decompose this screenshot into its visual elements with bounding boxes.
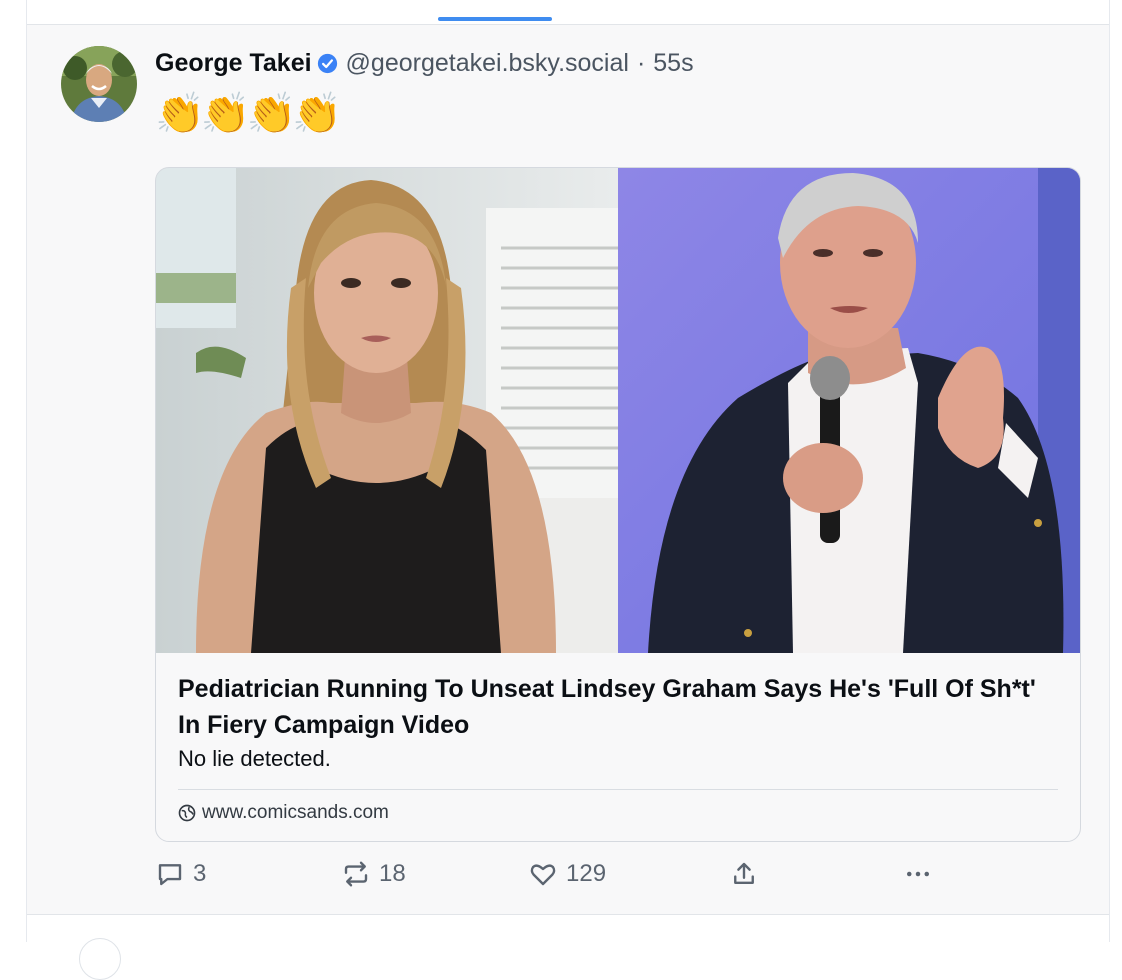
- verified-badge-icon: [317, 53, 338, 74]
- more-options-button[interactable]: [903, 859, 941, 889]
- reply-button[interactable]: 3: [155, 859, 206, 889]
- next-post-avatar[interactable]: [79, 938, 121, 980]
- like-count: 129: [566, 860, 607, 887]
- heart-icon: [528, 859, 566, 889]
- link-card-domain-row[interactable]: www.comicsands.com: [178, 802, 389, 824]
- link-card-thumbnail-right: [618, 168, 1080, 653]
- share-icon: [729, 859, 767, 889]
- separator: ·: [636, 48, 646, 77]
- reply-count: 3: [193, 860, 207, 887]
- post-actions: 3 18 129: [155, 859, 955, 893]
- link-card-domain: www.comicsands.com: [202, 802, 389, 823]
- feed-column: George Takei @georgetakei.bsky.social · …: [26, 0, 1110, 980]
- author-name[interactable]: George Takei: [155, 49, 312, 78]
- avatar[interactable]: [61, 46, 137, 122]
- repost-button[interactable]: 18: [341, 859, 406, 889]
- globe-icon: [178, 804, 196, 822]
- repost-count: 18: [379, 860, 406, 887]
- divider: [27, 914, 1109, 915]
- share-button[interactable]: [729, 859, 767, 889]
- more-icon: [903, 859, 941, 889]
- link-card[interactable]: Pediatrician Running To Unseat Lindsey G…: [155, 167, 1081, 842]
- active-tab-indicator: [438, 17, 552, 21]
- post-header: George Takei @georgetakei.bsky.social · …: [155, 45, 694, 81]
- post-timestamp[interactable]: 55s: [653, 49, 693, 78]
- post[interactable]: George Takei @georgetakei.bsky.social · …: [27, 25, 1109, 914]
- author-handle[interactable]: @georgetakei.bsky.social: [346, 49, 629, 78]
- comment-icon: [155, 859, 193, 889]
- link-card-description: No lie detected.: [178, 746, 331, 771]
- link-card-title[interactable]: Pediatrician Running To Unseat Lindsey G…: [178, 671, 1058, 743]
- like-button[interactable]: 129: [528, 859, 606, 889]
- link-card-divider: [178, 789, 1058, 790]
- post-text: 👏👏👏👏: [155, 91, 342, 137]
- link-card-thumbnail-left: [156, 168, 618, 653]
- repost-icon: [341, 859, 379, 889]
